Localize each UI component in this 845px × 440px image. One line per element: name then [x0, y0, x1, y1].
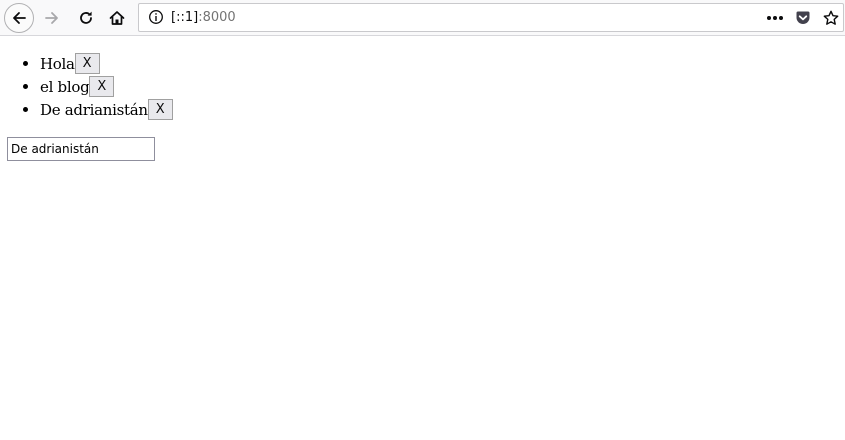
list-item-text: el blog	[40, 78, 90, 96]
page-content: HolaX el blogX De adrianistánX	[0, 36, 845, 440]
home-icon	[109, 11, 125, 25]
url-text[interactable]: [::1]:8000	[171, 9, 236, 26]
list-item: HolaX	[40, 52, 845, 75]
bookmark-button[interactable]	[818, 4, 844, 31]
bookmark-star-icon	[823, 10, 839, 25]
list-item-text: Hola	[40, 55, 75, 73]
back-arrow-icon	[13, 12, 26, 24]
page-actions-menu-icon	[767, 15, 783, 20]
item-list: HolaX el blogX De adrianistánX	[0, 52, 845, 121]
url-host: [::1]	[171, 10, 199, 25]
delete-button[interactable]: X	[147, 99, 173, 120]
back-button[interactable]	[4, 3, 34, 33]
page-actions-button[interactable]	[762, 4, 788, 31]
forward-button[interactable]	[37, 3, 67, 33]
site-info-button[interactable]	[148, 9, 164, 30]
text-input[interactable]	[7, 137, 155, 161]
delete-button[interactable]: X	[74, 53, 100, 74]
pocket-icon	[796, 11, 810, 24]
info-icon	[149, 10, 163, 24]
url-port: :8000	[198, 10, 236, 25]
reload-icon	[80, 11, 92, 24]
list-item-text: De adrianistán	[40, 101, 148, 119]
browser-toolbar: [::1]:8000	[0, 0, 845, 36]
list-item: el blogX	[40, 75, 845, 98]
delete-button[interactable]: X	[89, 76, 115, 97]
home-button[interactable]	[102, 3, 132, 33]
reload-button[interactable]	[71, 3, 101, 33]
list-item: De adrianistánX	[40, 98, 845, 121]
url-bar[interactable]: [::1]:8000	[138, 3, 844, 32]
forward-arrow-icon	[45, 12, 58, 24]
pocket-button[interactable]	[790, 4, 816, 31]
